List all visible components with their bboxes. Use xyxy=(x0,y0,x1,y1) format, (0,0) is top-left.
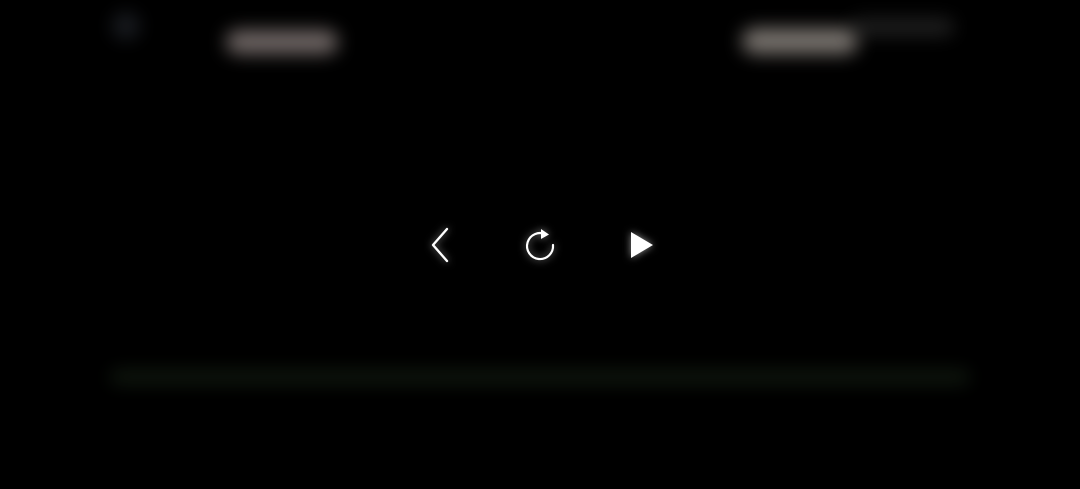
blurred-overlay-left xyxy=(226,30,338,54)
blurred-back-area xyxy=(112,12,140,40)
replay-button[interactable] xyxy=(515,220,565,270)
previous-button[interactable] xyxy=(415,220,465,270)
play-button[interactable] xyxy=(614,220,664,270)
playback-controls xyxy=(0,220,1080,270)
blurred-overlay-right xyxy=(742,28,858,54)
chevron-left-icon xyxy=(431,227,449,263)
video-player[interactable] xyxy=(0,0,1080,489)
replay-icon xyxy=(525,229,555,261)
blurred-progress-area xyxy=(110,370,970,384)
play-icon xyxy=(631,232,653,258)
blurred-overlay-right-extra xyxy=(850,18,954,36)
